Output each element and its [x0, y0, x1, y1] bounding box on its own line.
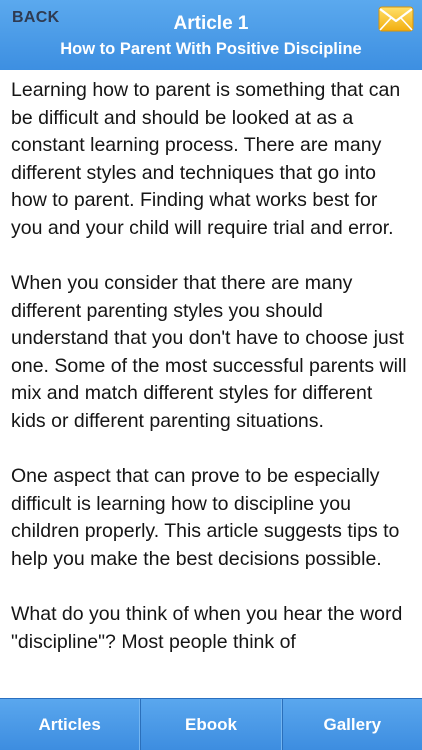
mail-button[interactable] [378, 6, 414, 32]
tab-articles[interactable]: Articles [0, 699, 141, 750]
tab-ebook[interactable]: Ebook [140, 699, 282, 750]
bottom-tab-bar: Articles Ebook Gallery [0, 698, 422, 750]
article-subtitle: How to Parent With Positive Discipline [60, 40, 362, 58]
page-title: Article 1 [173, 13, 249, 34]
article-paragraph: What do you think of when you hear the w… [11, 603, 403, 653]
header-bar: BACK Article 1 How to Parent With Positi… [0, 0, 422, 70]
article-paragraph: One aspect that can prove to be especial… [11, 465, 400, 570]
tab-gallery[interactable]: Gallery [281, 699, 422, 750]
article-screen: BACK Article 1 How to Parent With Positi… [0, 0, 422, 750]
article-body[interactable]: Learning how to parent is something that… [0, 70, 422, 698]
article-paragraph: When you consider that there are many di… [11, 272, 407, 432]
envelope-icon [378, 6, 414, 32]
article-paragraph: Learning how to parent is something that… [11, 79, 401, 239]
